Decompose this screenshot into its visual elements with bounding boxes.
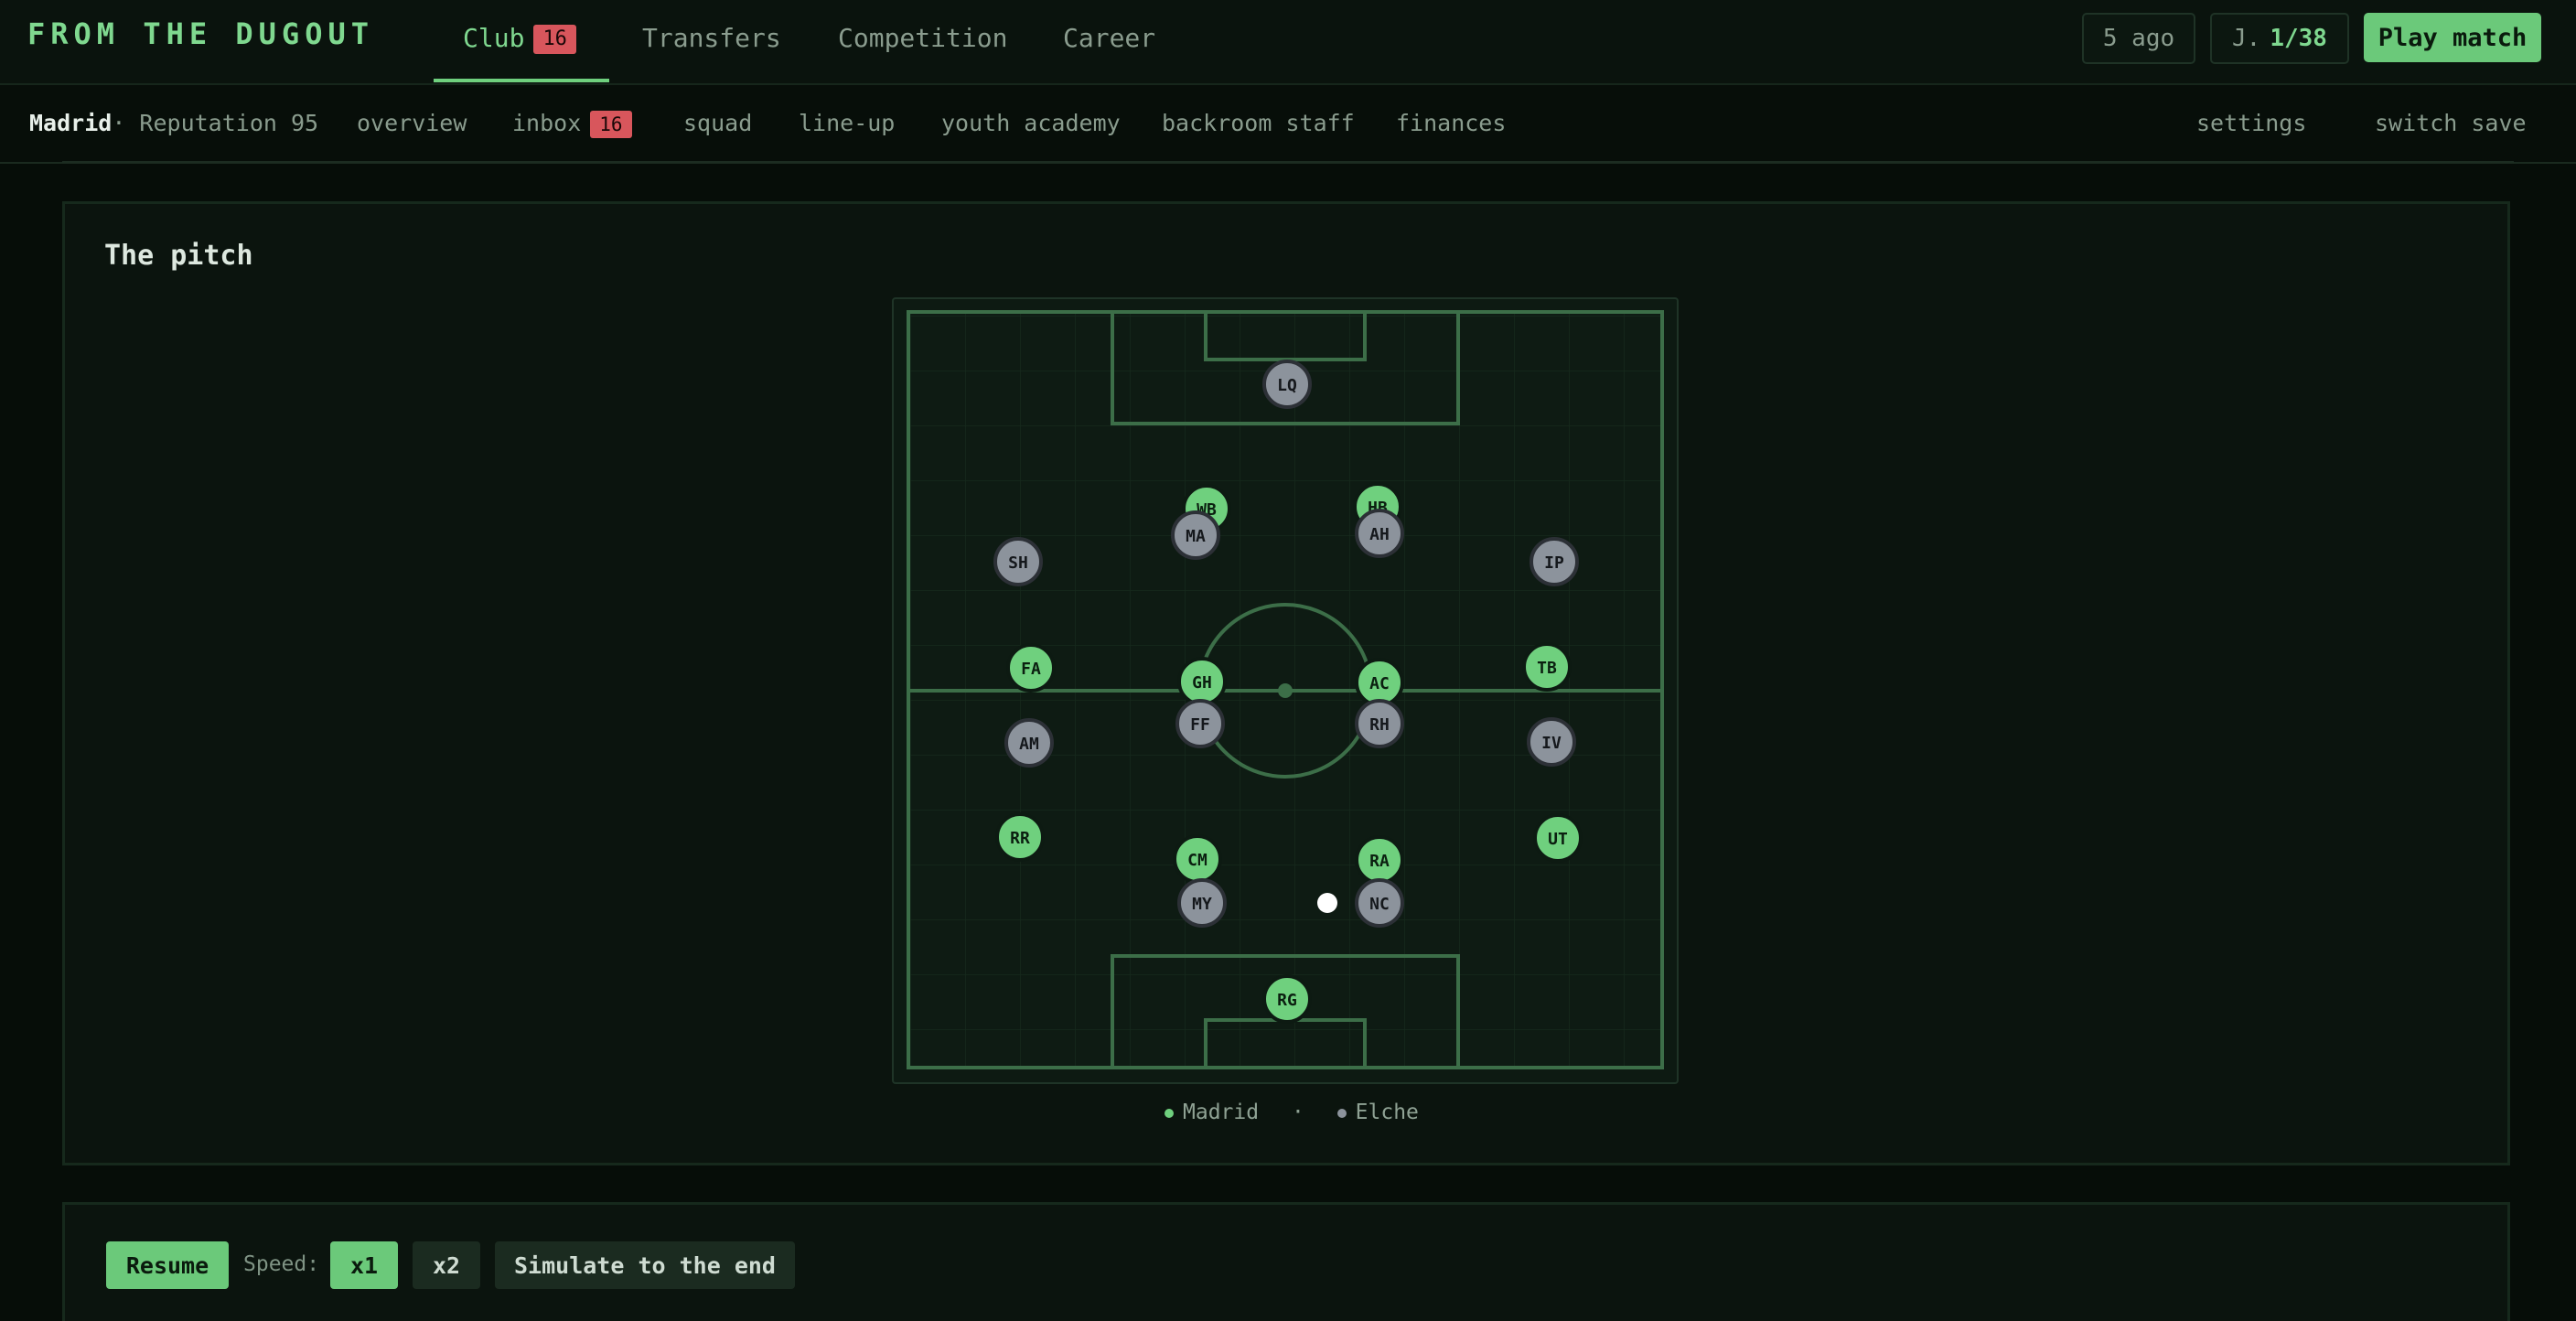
legend-away: Elche — [1355, 1101, 1419, 1124]
switch-save-link[interactable]: switch save — [2375, 107, 2527, 140]
top-bar: FROM THE DUGOUT Club 16 Transfers Competi… — [0, 0, 2576, 85]
center-spot — [1278, 683, 1293, 698]
last-saved-button[interactable]: 5 ago — [2082, 13, 2195, 64]
club-identity: Madrid· Reputation 95 — [29, 107, 318, 140]
matchday-prefix: J. — [2232, 25, 2261, 52]
away-player-initials: IV — [1541, 734, 1562, 753]
home-player-initials: RG — [1277, 991, 1297, 1010]
app-logo: FROM THE DUGOUT — [27, 16, 374, 51]
subnav-inbox[interactable]: inbox 16 — [512, 107, 632, 140]
home-player-initials: CM — [1187, 851, 1208, 870]
home-player-initials: UT — [1548, 830, 1568, 849]
subnav-lineup[interactable]: line-up — [799, 107, 895, 140]
home-player-initials: GH — [1192, 673, 1212, 693]
resume-button[interactable]: Resume — [106, 1241, 229, 1289]
speed-x2-button[interactable]: x2 — [413, 1241, 480, 1289]
pitch-legend: Madrid · Elche — [1165, 1099, 1419, 1126]
matchday-indicator[interactable]: J. 1/38 — [2210, 13, 2349, 64]
away-player-initials: AM — [1019, 735, 1039, 754]
matchday-value: 1/38 — [2270, 25, 2327, 52]
legend-separator: · — [1291, 1101, 1304, 1124]
away-player-initials: LQ — [1277, 376, 1297, 395]
away-player-initials: MY — [1192, 895, 1212, 914]
subnav-squad[interactable]: squad — [683, 107, 752, 140]
subnav-overview[interactable]: overview — [357, 107, 467, 140]
inbox-badge: 16 — [590, 111, 632, 138]
subnav-backroom-staff[interactable]: backroom staff — [1162, 107, 1355, 140]
pitch-svg: RGRRCM RAUTFAGH ACTBWB HBLQSHMA AHIPAMFF RHIV… — [907, 310, 1664, 1069]
away-player-initials: AH — [1369, 525, 1390, 544]
home-player-initials: FA — [1021, 660, 1041, 679]
settings-link[interactable]: settings — [2196, 107, 2306, 140]
speed-x1-button[interactable]: x1 — [330, 1241, 398, 1289]
simulate-to-end-button[interactable]: Simulate to the end — [495, 1241, 795, 1289]
speed-label: Speed: — [243, 1252, 320, 1276]
home-player-initials: AC — [1369, 674, 1390, 693]
last-saved-label: 5 ago — [2102, 25, 2175, 52]
legend-home: Madrid — [1183, 1101, 1260, 1124]
subnav-youth-academy[interactable]: youth academy — [941, 107, 1121, 140]
club-reputation: · Reputation 95 — [112, 110, 319, 136]
play-match-button[interactable]: Play match — [2364, 13, 2541, 62]
match-ball — [1317, 893, 1337, 913]
club-name: Madrid — [29, 110, 113, 136]
subnav-finances[interactable]: finances — [1396, 107, 1506, 140]
club-subnav: Madrid· Reputation 95 overview inbox 16 s… — [0, 85, 2576, 164]
home-legend-dot — [1165, 1108, 1174, 1118]
away-player-initials: MA — [1186, 527, 1206, 546]
home-player-initials: RA — [1369, 852, 1390, 871]
tab-club[interactable]: Club 16 — [463, 20, 576, 57]
tab-transfers[interactable]: Transfers — [642, 20, 781, 57]
pitch-panel-title: The pitch — [104, 240, 253, 272]
subnav-inbox-label: inbox — [512, 110, 582, 136]
away-player-initials: RH — [1369, 715, 1390, 735]
tab-career[interactable]: Career — [1063, 20, 1155, 57]
away-player-initials: SH — [1008, 553, 1028, 573]
away-legend-dot — [1336, 1108, 1347, 1118]
tab-competition[interactable]: Competition — [838, 20, 1007, 57]
home-player-initials: TB — [1537, 659, 1557, 678]
away-player-initials: FF — [1190, 715, 1210, 735]
club-notification-badge: 16 — [533, 25, 576, 54]
away-player-initials: IP — [1544, 553, 1564, 573]
away-player-initials: NC — [1369, 895, 1390, 914]
home-player-initials: RR — [1010, 829, 1030, 848]
tab-club-label: Club — [463, 23, 525, 53]
subnav-divider — [62, 161, 2514, 163]
active-tab-indicator — [434, 79, 609, 82]
